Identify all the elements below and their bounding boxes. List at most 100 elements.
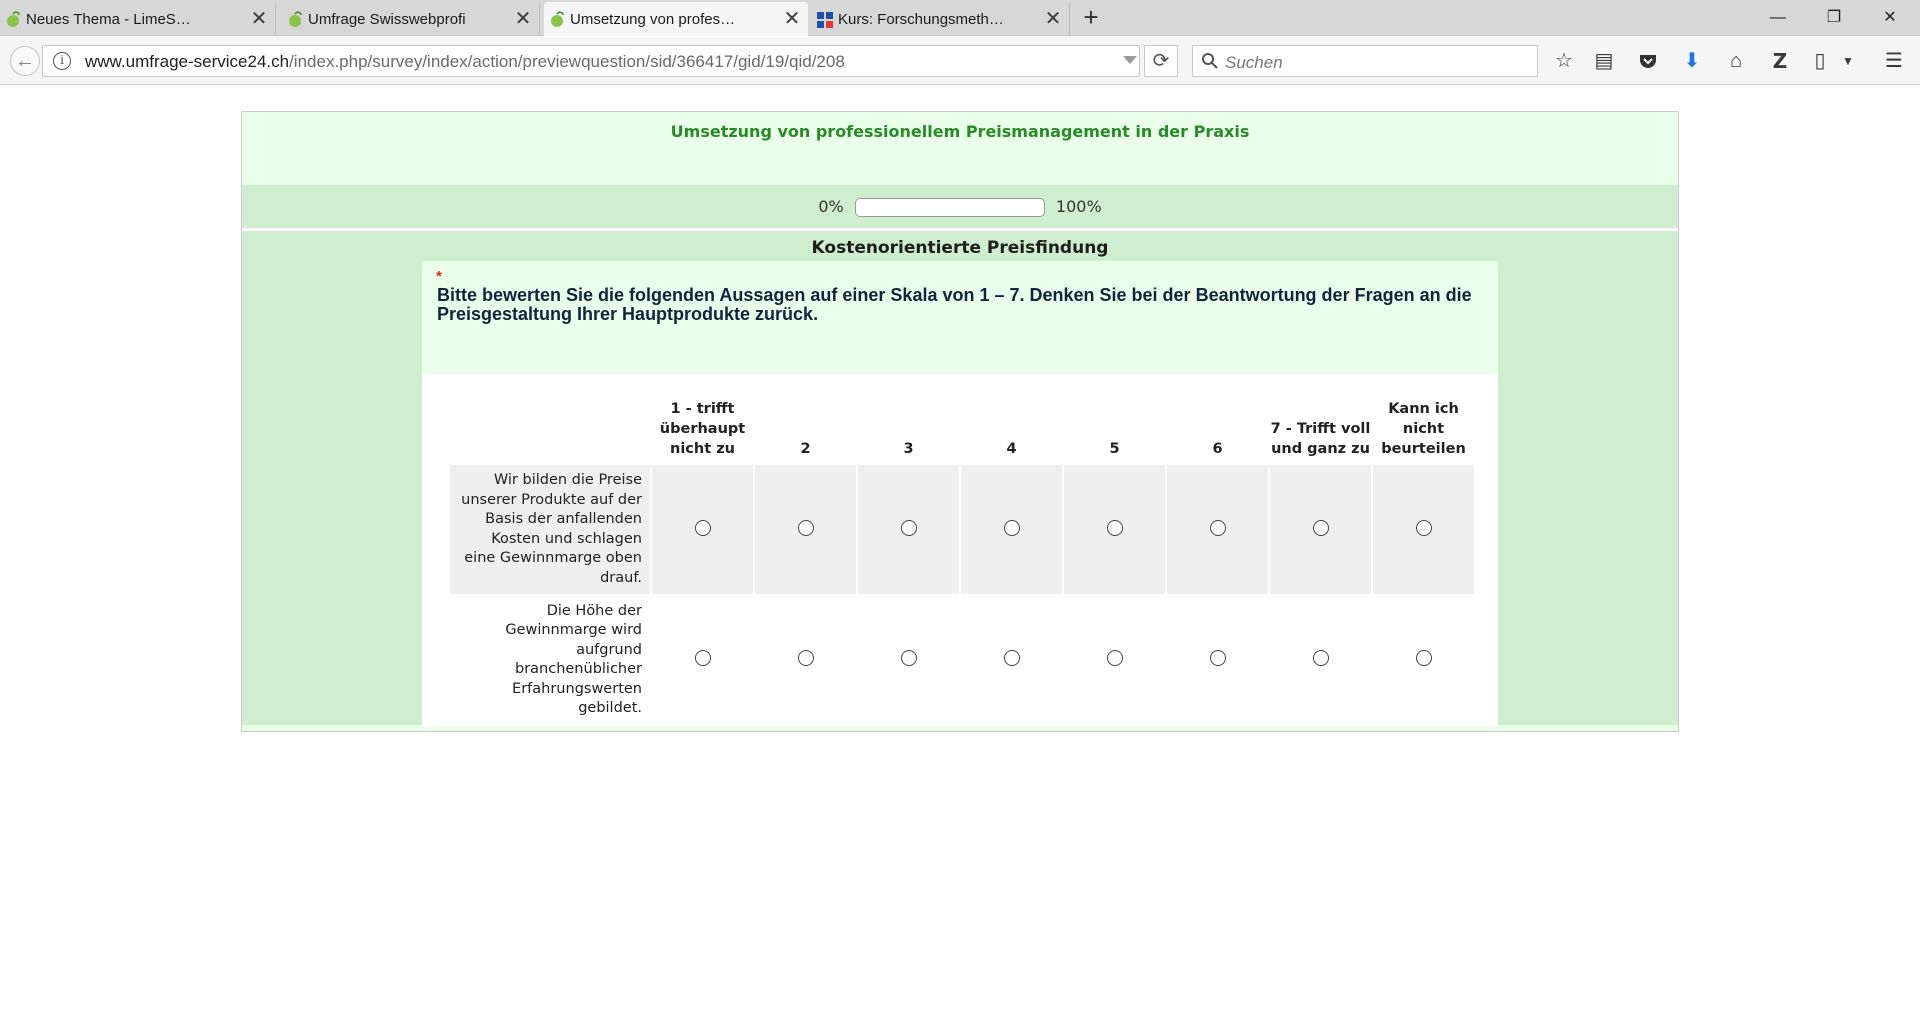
bookmarks-list-icon[interactable]: ▤ [1590,47,1618,75]
radio-button[interactable] [1106,519,1123,536]
column-header: 7 - Trifft voll und ganz zu [1270,421,1371,457]
radio-button[interactable] [900,519,917,536]
radio-button[interactable] [900,650,917,666]
close-icon[interactable]: ✕ [513,9,533,29]
url-bar[interactable]: i www.umfrage-service24.ch/index.php/sur… [42,45,1140,77]
moodle-icon [817,12,833,28]
radio-button[interactable] [1415,519,1432,536]
menu-icon[interactable]: ☰ [1880,47,1908,75]
zotero-icon[interactable]: Z [1766,47,1794,75]
pocket-icon[interactable] [1634,47,1662,75]
limesurvey-icon [289,11,302,27]
radio-button[interactable] [1003,519,1020,536]
close-icon[interactable]: ✕ [249,9,269,29]
bookmark-star-icon[interactable]: ☆ [1550,47,1578,75]
column-header: 4 [1006,441,1017,457]
chevron-down-icon[interactable]: ▼ [1834,47,1862,75]
progress-bar [854,198,1045,217]
reload-button[interactable]: ⟳ [1144,45,1178,77]
radio-button[interactable] [694,650,711,666]
column-header: 5 [1109,441,1120,457]
matrix-cell[interactable] [1373,594,1474,726]
column-header: 6 [1212,441,1223,457]
matrix-cell[interactable] [755,465,856,594]
required-marker: * [436,268,442,285]
matrix-cell[interactable] [1167,465,1268,594]
tab-label: Umsetzung von professio... [570,10,738,28]
window-close-button[interactable]: ✕ [1868,4,1912,32]
question-header: * Bitte bewerten Sie die folgenden Aussa… [422,261,1498,374]
radio-button[interactable] [1106,650,1123,666]
survey-header: Umsetzung von professionellem Preismanag… [242,112,1678,185]
radio-button[interactable] [694,519,711,536]
url-domain: www.umfrage-service24.ch [85,52,290,71]
matrix-corner [450,389,650,465]
radio-button[interactable] [1415,650,1432,666]
question-group: Kostenorientierte Preisfindung * Bitte b… [242,231,1678,727]
column-header: Kann ich nicht beurteilen [1381,401,1466,457]
limesurvey-icon [7,11,20,27]
url-text: www.umfrage-service24.ch/index.php/surve… [85,52,845,72]
matrix-cell[interactable] [1064,465,1165,594]
rating-matrix: 1 - trifft überhaupt nicht zu 2 3 4 5 6 … [448,389,1476,726]
matrix-cell[interactable] [1064,594,1165,726]
matrix-cell[interactable] [858,594,959,726]
progress-max-label: 100% [1055,197,1102,216]
tab-bar: Neues Thema - LimeSurve... ✕ Umfrage Swi… [0,0,1920,36]
survey-container: Umsetzung von professionellem Preismanag… [241,111,1679,732]
tab-label: Umfrage Swisswebprofi [308,10,466,28]
question-box: * Bitte bewerten Sie die folgenden Aussa… [422,261,1498,727]
info-icon[interactable]: i [53,52,71,70]
matrix-cell[interactable] [858,465,959,594]
progress-section: 0% 100% [242,185,1678,228]
matrix-cell[interactable] [652,465,753,594]
radio-button[interactable] [797,519,814,536]
column-header: 3 [903,441,914,457]
matrix-cell[interactable] [1270,594,1371,726]
radio-button[interactable] [1003,650,1020,666]
column-header: 1 - trifft überhaupt nicht zu [659,401,746,457]
radio-button[interactable] [1209,519,1226,536]
close-icon[interactable]: ✕ [1043,9,1063,29]
matrix-cell[interactable] [1373,465,1474,594]
tab-neues-thema[interactable]: Neues Thema - LimeSurve... ✕ [0,2,276,36]
matrix-header-row: 1 - trifft überhaupt nicht zu 2 3 4 5 6 … [450,389,1474,465]
question-text: Bitte bewerten Sie die folgenden Aussage… [437,285,1472,324]
radio-button[interactable] [1312,650,1329,666]
home-icon[interactable]: ⌂ [1722,47,1750,75]
survey-title: Umsetzung von professionellem Preismanag… [670,122,1250,141]
restore-button[interactable]: ❐ [1812,4,1856,32]
radio-button[interactable] [797,650,814,666]
matrix-cell[interactable] [1270,465,1371,594]
search-icon [1202,53,1218,69]
matrix-cell[interactable] [1167,594,1268,726]
limesurvey-icon [551,11,564,27]
search-input-placeholder: Suchen [1225,53,1283,72]
minimize-button[interactable]: — [1756,4,1800,32]
close-icon[interactable]: ✕ [782,9,802,29]
tab-umsetzung-active[interactable]: Umsetzung von professio... ✕ [544,2,808,36]
navigation-bar: ← i www.umfrage-service24.ch/index.php/s… [0,37,1920,85]
row-label: Wir bilden die Preise unserer Produkte a… [450,465,650,594]
download-icon[interactable]: ⬇ [1678,47,1706,75]
tab-kurs-forschungsmethodik[interactable]: Kurs: Forschungsmethodik... ✕ [812,2,1070,36]
radio-button[interactable] [1209,650,1226,666]
matrix-cell[interactable] [755,594,856,726]
progress-min-label: 0% [818,197,844,216]
matrix-cell[interactable] [652,594,753,726]
tab-label: Kurs: Forschungsmethodik... [838,10,1006,28]
tab-label: Neues Thema - LimeSurve... [26,10,194,28]
matrix-cell[interactable] [961,594,1062,726]
table-row: Die Höhe der Gewinnmarge wird aufgrund b… [450,594,1474,726]
url-path: /index.php/survey/index/action/previewqu… [289,52,845,71]
row-label: Die Höhe der Gewinnmarge wird aufgrund b… [450,594,650,726]
column-header: 2 [800,441,811,457]
reader-icon[interactable]: ▯ [1806,47,1834,75]
back-button[interactable]: ← [10,46,40,76]
tab-umfrage-swisswebprofi[interactable]: Umfrage Swisswebprofi ✕ [282,2,540,36]
new-tab-button[interactable]: + [1078,4,1104,31]
chevron-down-icon[interactable] [1123,56,1137,64]
matrix-cell[interactable] [961,465,1062,594]
radio-button[interactable] [1312,519,1329,536]
search-bar[interactable]: Suchen [1192,45,1538,77]
